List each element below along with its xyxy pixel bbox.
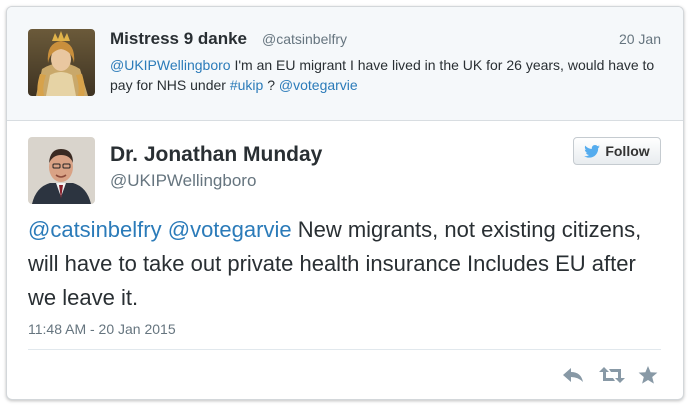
author-handle[interactable]: @UKIPWellingboro — [110, 171, 256, 191]
parent-tweet[interactable]: Mistress 9 danke @catsinbelfry 20 Jan @U… — [7, 7, 683, 121]
author-display-name[interactable]: Dr. Jonathan Munday — [110, 143, 322, 167]
mention-link[interactable]: @catsinbelfry — [28, 217, 162, 242]
favorite-icon[interactable] — [637, 365, 661, 385]
man-portrait-avatar — [28, 137, 95, 204]
parent-display-name[interactable]: Mistress 9 danke — [110, 29, 247, 49]
mention-link[interactable]: @votegarvie — [168, 217, 292, 242]
tweet-actions — [561, 362, 661, 388]
mention-link[interactable]: @votegarvie — [279, 77, 358, 93]
parent-handle[interactable]: @catsinbelfry — [262, 31, 347, 47]
retweet-icon[interactable] — [599, 365, 625, 385]
painted-portrait-avatar — [28, 29, 95, 96]
embedded-tweet-card: Mistress 9 danke @catsinbelfry 20 Jan @U… — [6, 6, 684, 400]
follow-button[interactable]: Follow — [573, 137, 661, 165]
parent-tweet-text: @UKIPWellingboro I'm an EU migrant I hav… — [110, 55, 670, 95]
twitter-bird-icon — [584, 144, 601, 158]
hashtag-link[interactable]: #ukip — [230, 77, 263, 93]
divider — [28, 349, 661, 350]
avatar[interactable] — [28, 29, 95, 96]
tweet-text-fragment: ? — [263, 77, 279, 93]
parent-date[interactable]: 20 Jan — [619, 31, 661, 47]
avatar[interactable] — [28, 137, 95, 204]
tweet-timestamp[interactable]: 11:48 AM - 20 Jan 2015 — [28, 321, 176, 337]
mention-link[interactable]: @UKIPWellingboro — [110, 57, 231, 73]
tweet-text: @catsinbelfry @votegarvie New migrants, … — [28, 213, 668, 315]
reply-icon[interactable] — [561, 365, 585, 385]
follow-label: Follow — [605, 143, 650, 159]
